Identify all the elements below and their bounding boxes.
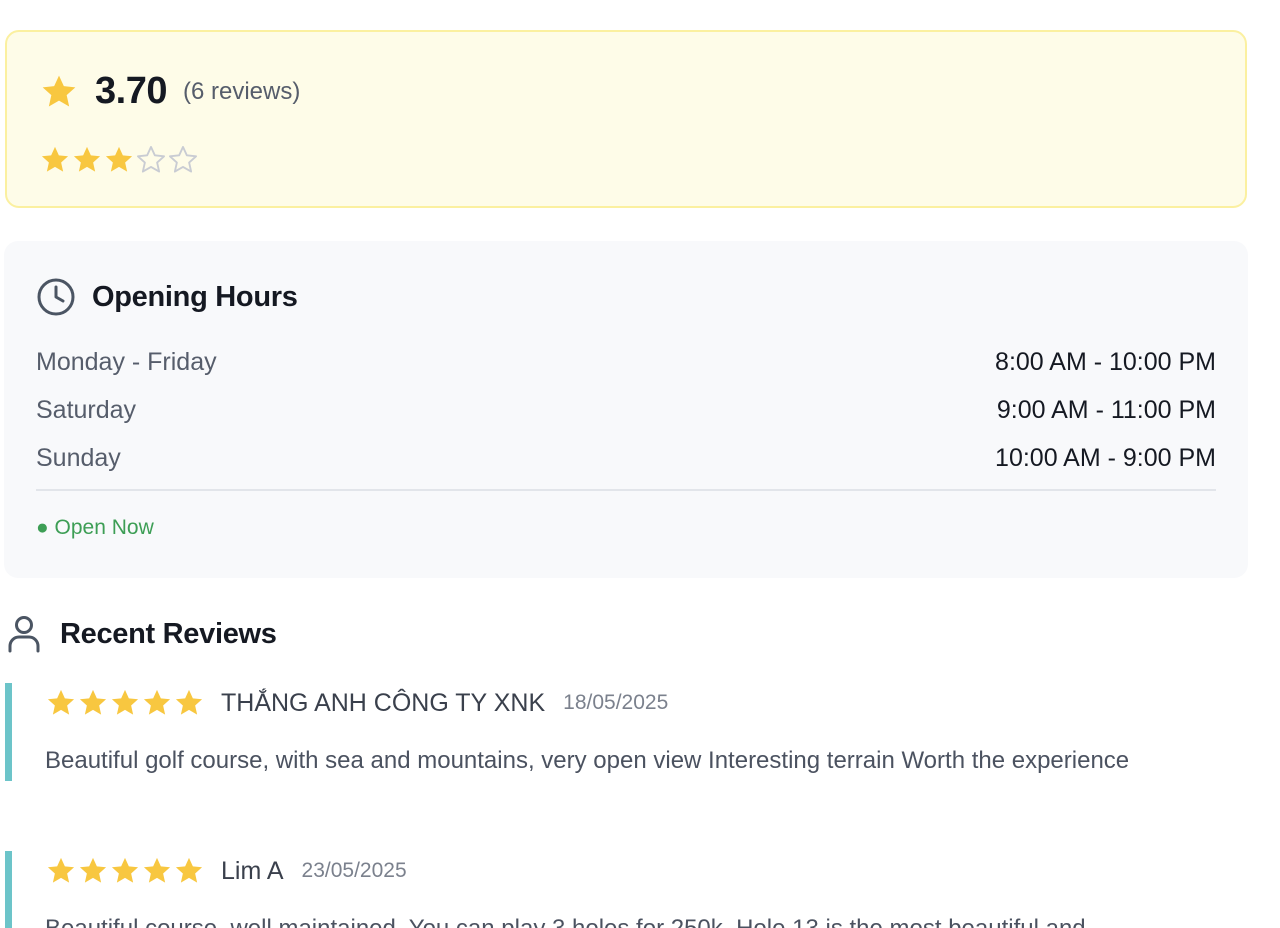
reviewer-name: THẮNG ANH CÔNG TY XNK [221, 688, 546, 717]
review-date: 18/05/2025 [563, 691, 669, 714]
review-star-rating [45, 687, 205, 719]
star-icon [42, 75, 76, 106]
star-filled-icon [111, 857, 139, 883]
review-text: Beautiful golf course, with sea and moun… [45, 747, 1130, 774]
hours-time: 8:00 AM - 10:00 PM [995, 348, 1216, 376]
star-filled-icon [111, 689, 139, 715]
open-status-badge: ● Open Now [36, 516, 154, 539]
star-filled-icon [47, 857, 75, 883]
hours-day: Sunday [36, 444, 121, 472]
hours-day: Monday - Friday [36, 348, 217, 376]
star-filled-icon [79, 689, 107, 715]
star-rating [39, 144, 199, 176]
reviewer-name: Lim A [221, 856, 284, 885]
star-filled-icon [175, 689, 203, 715]
star-filled-icon [73, 146, 101, 172]
recent-reviews-title: Recent Reviews [60, 617, 277, 650]
star-empty-icon [137, 146, 165, 173]
rating-summary-card: 3.70 (6 reviews) [5, 30, 1247, 208]
clock-icon [37, 278, 75, 316]
star-filled-icon [41, 146, 69, 172]
average-rating: 3.70 [95, 70, 167, 112]
hours-time: 10:00 AM - 9:00 PM [995, 444, 1216, 472]
opening-hours-header: Opening Hours [36, 277, 298, 317]
star-filled-icon [79, 857, 107, 883]
opening-hours-card: Opening Hours Monday - Friday 8:00 AM - … [4, 241, 1248, 578]
review-count: (6 reviews) [182, 77, 301, 105]
hours-time: 9:00 AM - 11:00 PM [996, 396, 1216, 424]
review-text: Beautiful course, well maintained. You c… [45, 909, 1255, 928]
review-item: THẮNG ANH CÔNG TY XNK 18/05/2025 Beautif… [5, 683, 1260, 781]
star-filled-icon [47, 689, 75, 715]
review-star-rating [45, 855, 205, 887]
page: 3.70 (6 reviews) Opening Hours Monday - … [0, 0, 1280, 928]
star-filled-icon [143, 857, 171, 883]
star-filled-icon [175, 857, 203, 883]
hours-row-saturday: Saturday 9:00 AM - 11:00 PM [36, 396, 1216, 425]
hours-day: Saturday [36, 396, 137, 424]
review-date: 23/05/2025 [301, 859, 407, 882]
user-icon [8, 616, 40, 653]
hours-row-sunday: Sunday 10:00 AM - 9:00 PM [36, 444, 1216, 473]
rating-summary: 3.70 (6 reviews) [39, 70, 300, 113]
review-header: Lim A 23/05/2025 [45, 851, 1260, 891]
hours-divider [36, 489, 1216, 491]
star-filled-icon [143, 689, 171, 715]
hours-row-weekdays: Monday - Friday 8:00 AM - 10:00 PM [36, 348, 1216, 377]
opening-hours-title: Opening Hours [92, 280, 298, 313]
star-empty-icon [169, 146, 197, 173]
recent-reviews-header: Recent Reviews [6, 614, 277, 654]
star-filled-icon [105, 146, 133, 172]
review-item: Lim A 23/05/2025 Beautiful course, well … [5, 851, 1260, 928]
review-header: THẮNG ANH CÔNG TY XNK 18/05/2025 [45, 683, 1260, 723]
